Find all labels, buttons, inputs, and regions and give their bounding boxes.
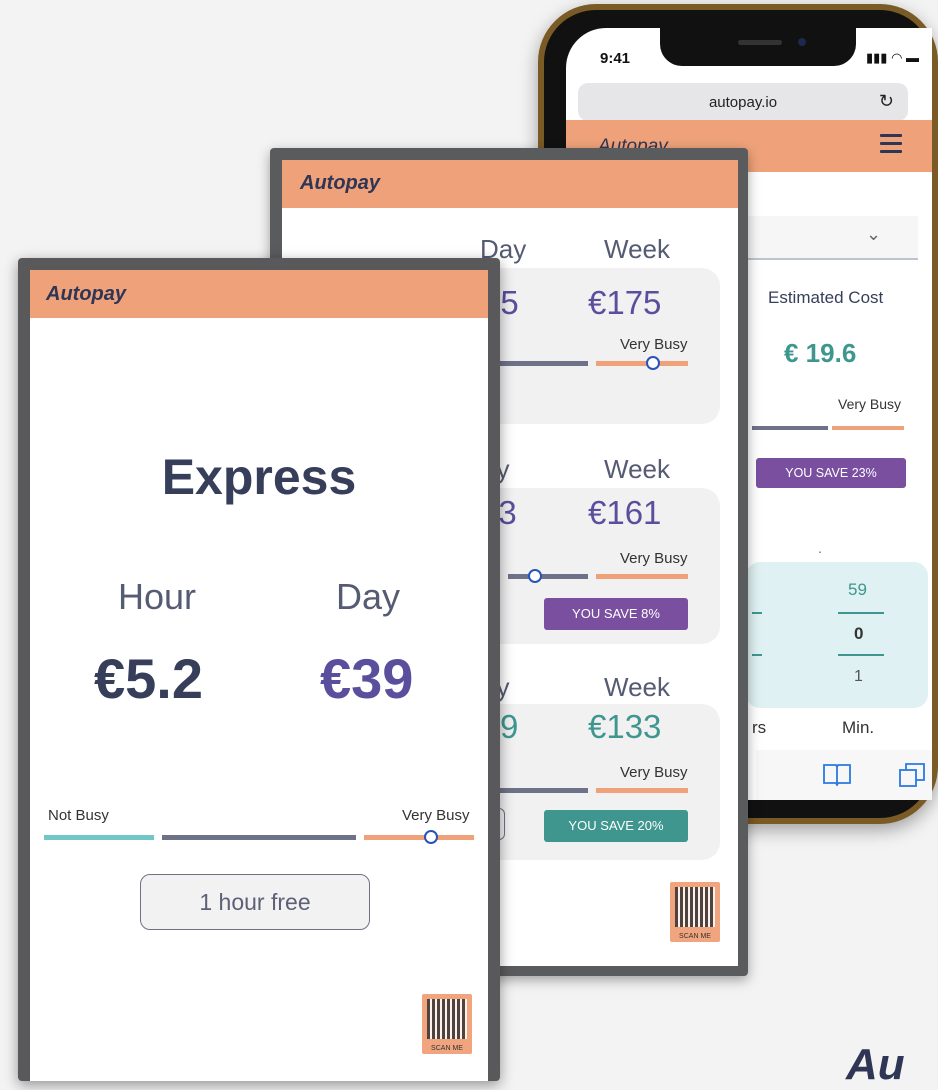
hour-price: €5.2 [94,647,203,710]
busy-bar-high [596,788,688,793]
busy-level-knob[interactable] [424,830,438,844]
estimated-cost-label: Estimated Cost [768,288,884,307]
not-busy-label: Not Busy [48,807,109,824]
week-label: Week [604,234,670,264]
busy-bar-mid [162,835,356,840]
speaker-grille [738,40,782,45]
week-label: Week [604,454,670,484]
week-price: €133 [588,708,662,745]
phone-notch [660,28,856,66]
camera-icon [798,38,806,46]
busy-bar-mid [752,426,828,430]
status-icons: ▮▮▮ ◠ ▬ [866,50,920,65]
busy-bar-high [596,361,688,366]
front-tablet-screen: Autopay Express Hour Day €5.2 €39 Not Bu… [30,270,488,1081]
divider [752,612,762,614]
status-time: 9:41 [600,50,631,67]
busy-label: Very Busy [620,764,688,781]
qr-code[interactable]: SCAN ME [422,994,472,1054]
chevron-down-icon[interactable]: ⌄ [866,224,881,245]
bookmarks-icon[interactable] [822,762,852,786]
time-counter[interactable] [746,562,928,708]
minutes-unit-label: Min. [842,718,875,737]
hour-label: Hour [118,576,197,617]
brand-logo-large: Au [846,1040,905,1089]
day-price: €39 [320,647,414,710]
qr-code[interactable]: SCAN ME [670,882,720,942]
savings-badge: YOU SAVE 23% [756,458,906,488]
counter-prev[interactable]: 1 [854,668,863,686]
day-price: 9 [500,708,519,745]
divider [838,612,884,614]
separator-dot: . [818,540,822,556]
front-tablet: Autopay Express Hour Day €5.2 €39 Not Bu… [18,258,500,1081]
divider [838,654,884,656]
duration-select[interactable] [746,216,918,260]
browser-toolbar [756,750,932,800]
busy-bar-mid [488,788,588,793]
busy-bar-high [832,426,904,430]
url-bar[interactable]: autopay.io ↻ [578,83,908,121]
busy-bar-high [364,835,474,840]
brand-logo: Autopay [300,172,380,194]
qr-label: SCAN ME [431,1045,463,1052]
savings-badge: YOU SAVE 8% [544,598,688,630]
brand-logo: Autopay [46,283,126,305]
product-title: Express [161,449,357,505]
very-busy-label: Very Busy [402,807,470,824]
busy-label: Very Busy [838,396,902,412]
hours-unit-label: rs [752,718,767,737]
busy-bar-mid [508,574,588,579]
savings-badge: YOU SAVE 20% [544,810,688,842]
url-text: autopay.io [708,94,778,111]
qr-code-icon [675,887,715,927]
busy-bar-high [596,574,688,579]
week-price: €175 [588,284,662,321]
busy-label: Very Busy [620,550,688,567]
tabs-icon[interactable] [898,762,926,788]
hamburger-menu-icon[interactable] [880,134,902,158]
busy-bar-low [44,835,154,840]
counter-next[interactable]: 59 [848,580,867,600]
busy-level-knob[interactable] [528,569,542,583]
divider [752,654,762,656]
busy-level-knob[interactable] [646,356,660,370]
busy-label: Very Busy [620,336,688,353]
day-label: Day [336,576,401,617]
week-label: Week [604,672,670,702]
estimated-cost-value: € 19.6 [784,338,857,368]
counter-current[interactable]: 0 [854,624,863,644]
qr-label: SCAN ME [679,933,711,940]
reload-icon[interactable]: ↻ [879,91,894,112]
qr-code-icon [427,999,467,1039]
week-price: €161 [588,494,662,531]
busy-bar-mid [488,361,588,366]
free-hour-button[interactable]: 1 hour free [140,874,370,930]
